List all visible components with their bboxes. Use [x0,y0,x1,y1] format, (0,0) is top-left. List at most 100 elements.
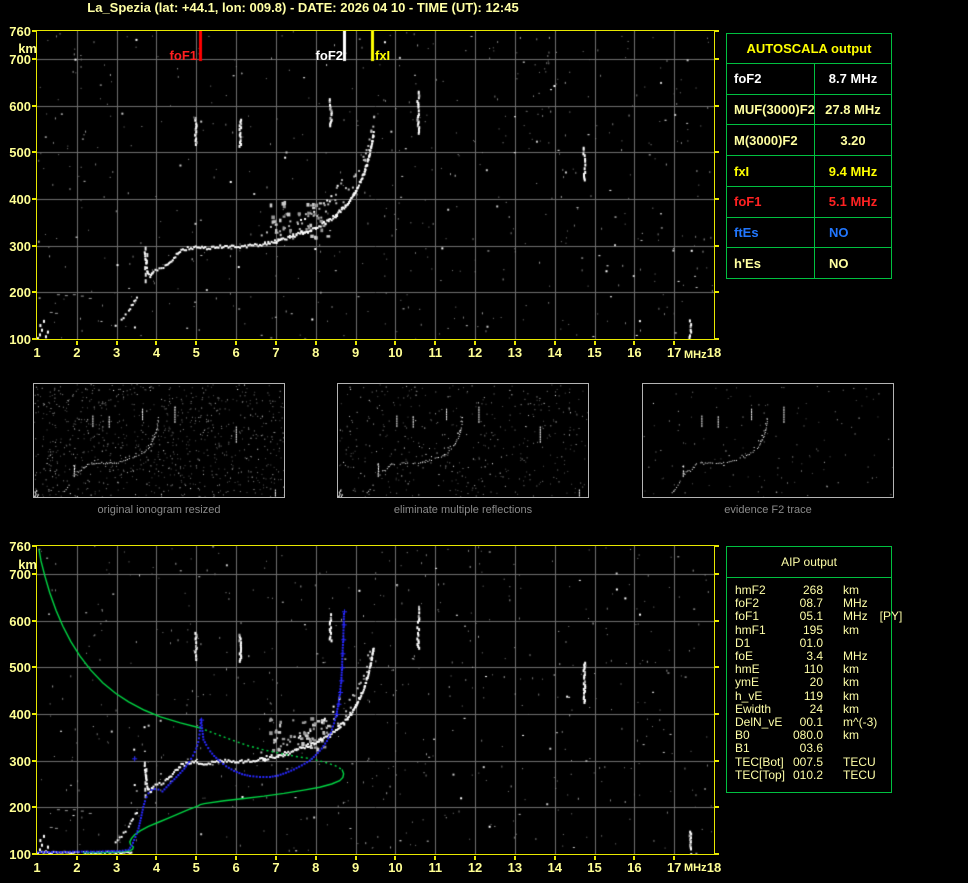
aip-row: foF1 05.1 MHz [PY] [735,609,902,624]
x-tick-label: 14 [547,860,562,875]
autoscala-row: foF1 5.1 MHz [727,185,891,217]
x-tick-label: 2 [73,345,81,360]
x-tick-mark [235,341,238,345]
y-tick-mark [32,573,36,575]
panel-eliminate-canvas [338,384,588,497]
aip-row-label: B1 [735,741,750,756]
station-title: La_Spezia (lat: +44.1, lon: 009.8) - DAT… [87,0,519,15]
x-tick-mark [235,856,238,860]
x-tick-label: 12 [467,345,483,360]
x-tick-label: 5 [192,860,200,875]
x-tick-mark [673,856,676,860]
autoscala-row-label: foF1 [727,186,815,217]
aip-row-label: h_vE [735,688,763,703]
autoscala-row: M(3000)F2 3.20 [727,124,891,156]
x-tick-label: 17 [666,345,682,360]
autoscala-row: foF2 8.7 MHz [727,64,891,94]
foF1-marker-label: foF1 [169,48,197,63]
x-tick-label: 15 [587,860,602,875]
aip-row-unit: TECU [843,767,876,782]
y-tick-mark [32,291,36,294]
aip-table-title: AIP output [727,547,891,578]
x-tick-label: 17 [666,860,682,875]
x-tick-mark [633,341,636,345]
x-tick-label: 11 [428,345,443,360]
aip-row-unit [823,742,891,755]
x-tick-mark [195,341,198,345]
y-tick-mark [32,244,36,247]
y-tick-label: 300 [9,238,31,254]
x-tick-mark [673,341,676,345]
x-tick-mark [314,856,317,860]
ionogram-plot-bottom [36,545,715,855]
y-tick-mark [715,30,719,32]
autoscala-row-label: M(3000)F2 [727,125,815,156]
x-tick-label: 11 [428,860,443,875]
x-tick-mark [354,856,357,860]
aip-row-value: 03.6 [799,741,823,756]
x-tick-mark [593,341,596,345]
aip-row-value: 05.1 [799,609,823,624]
y-tick-mark [32,666,36,669]
x-tick-label: 10 [388,860,403,875]
x-tick-mark [155,856,158,860]
x-tick-label: 7 [272,860,280,875]
y-tick-mark [32,104,36,107]
autoscala-table-title: AUTOSCALA output [727,34,891,64]
y-tick-mark [715,759,719,762]
x-tick-label: 9 [351,860,360,875]
x-tick-label: 13 [507,345,523,360]
aip-row-label: TEC[Top] [735,767,786,782]
x-axis-unit-top: MHz [684,349,707,361]
y-tick-mark [32,759,36,762]
autoscala-row: h'Es NO [727,247,891,279]
x-tick-label: 13 [507,860,523,875]
autoscala-row-value: 3.20 [840,132,866,148]
x-tick-label: 7 [272,345,280,360]
y-tick-mark [715,545,719,547]
y-tick-mark [715,853,719,855]
x-tick-mark [513,341,516,345]
aip-rows: hmF2 268 km foF2 08.7 MHz foF1 05.1 MHz [PY] hmF1 1… [727,578,902,782]
autoscala-row-value: NO [829,224,849,240]
x-tick-mark [633,856,636,860]
x-tick-mark [314,341,317,345]
y-tick-label: 400 [9,192,31,207]
x-tick-mark [115,856,118,860]
y-tick-mark [715,666,719,669]
y-tick-label: 100 [9,847,31,862]
aip-row-value: 195 [802,622,823,637]
x-tick-label: 8 [312,860,320,875]
x-tick-mark [434,341,437,345]
y-tick-mark [715,151,719,154]
x-tick-mark [434,856,437,860]
y-tick-label: 200 [9,800,31,816]
y-axis-unit-bottom: km [18,557,37,572]
x-tick-mark [513,856,516,860]
autoscala-row: MUF(3000)F2 27.8 MHz [727,93,891,125]
x-tick-mark [394,856,397,860]
y-tick-label: 600 [9,613,31,629]
aip-row-value: 010.2 [792,767,823,782]
aip-output-table: AIP output hmF2 268 km foF2 08.7 MHz foF1 05.1 M… [726,546,902,793]
x-tick-mark [274,341,277,345]
aip-row-note: [PY] [879,609,903,624]
y-axis-unit-top: km [18,41,37,56]
aip-row-label: foF1 [735,609,760,624]
panel-evidence-caption: evidence F2 trace [724,504,812,516]
y-tick-mark [32,338,36,340]
autoscala-output-table: AUTOSCALA output foF2 8.7 MHz MUF(3000)F2 2… [726,33,892,279]
aip-row-unit: km [843,688,859,703]
x-tick-label: 14 [547,345,562,360]
autoscala-row-value: 8.7 MHz [828,71,878,87]
x-tick-mark [354,341,357,345]
x-axis-unit-bottom: MHz [684,862,707,874]
y-tick-mark [32,853,36,855]
x-tick-mark [274,856,277,860]
x-tick-mark [115,341,118,345]
x-tick-label: 2 [73,860,81,875]
autoscala-row-value: NO [829,255,849,271]
y-tick-mark [715,806,719,809]
y-tick-mark [32,545,36,547]
panel-eliminate-caption: eliminate multiple reflections [393,504,533,516]
